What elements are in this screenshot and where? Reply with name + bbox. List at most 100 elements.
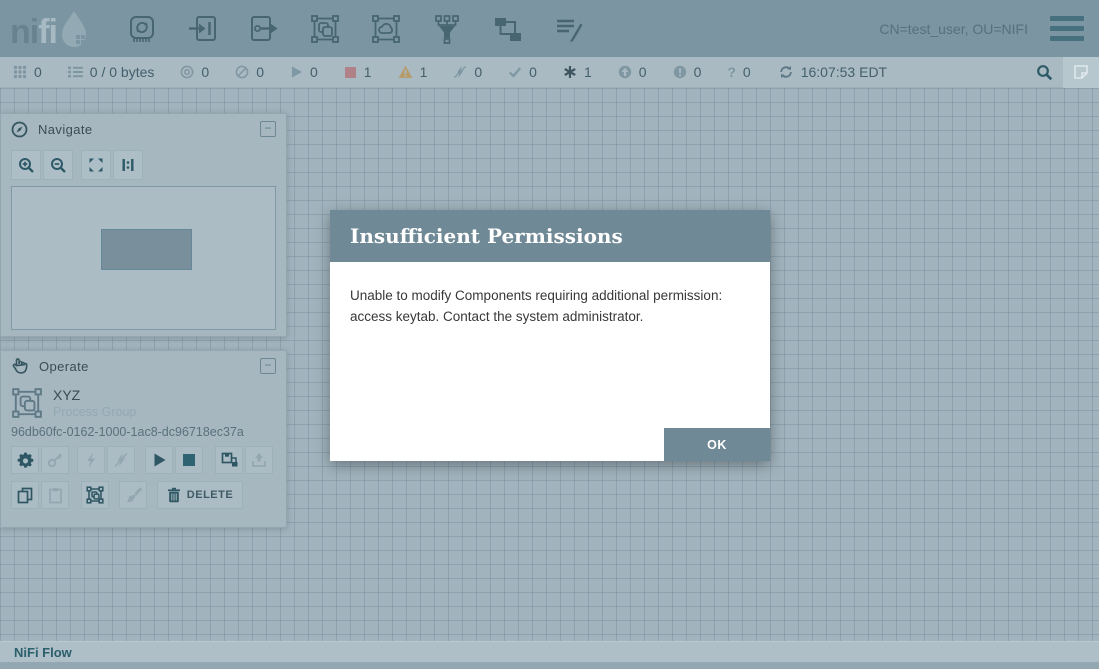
up-to-date-icon	[508, 65, 522, 79]
nifi-logo-text-ni: ni	[10, 15, 38, 49]
selected-component-type: Process Group	[53, 405, 136, 419]
selected-component-name: XYZ	[53, 387, 136, 403]
output-port-icon[interactable]	[249, 14, 279, 44]
transmitting-icon	[180, 65, 194, 79]
search-icon[interactable]	[1036, 64, 1053, 81]
funnel-icon[interactable]	[432, 14, 462, 44]
stop-button[interactable]	[175, 446, 203, 474]
play-icon	[152, 452, 167, 468]
zoom-out-button[interactable]	[43, 150, 73, 180]
zoom-in-button[interactable]	[11, 150, 41, 180]
flow-status-bar: 0 0 / 0 bytes 0 0 0	[0, 57, 1099, 88]
copy-button[interactable]	[11, 481, 39, 509]
stat-queued: 0 / 0 bytes	[68, 64, 155, 80]
upload-template-icon	[251, 452, 267, 468]
disabled-icon	[453, 65, 467, 79]
stopped-icon	[344, 66, 357, 79]
breadcrumb: NiFi Flow	[0, 641, 1099, 662]
navigate-panel: Navigate −	[0, 113, 287, 337]
running-icon	[290, 65, 303, 79]
refresh-icon[interactable]	[778, 64, 794, 80]
bolt-icon	[84, 452, 98, 468]
group-button[interactable]	[81, 481, 109, 509]
nifi-logo: ni fi	[10, 9, 91, 49]
navigate-collapse-button[interactable]: −	[260, 121, 276, 137]
stat-disabled: 0	[453, 64, 482, 80]
stat-stopped: 1	[344, 64, 372, 80]
zoom-fit-button[interactable]	[81, 150, 111, 180]
paste-icon	[48, 487, 63, 504]
invalid-icon	[398, 65, 413, 79]
enable-button[interactable]	[77, 446, 105, 474]
stat-active-threads: 0	[13, 64, 42, 80]
upload-template-button[interactable]	[245, 446, 273, 474]
bolt-slash-icon	[113, 452, 129, 468]
nifi-drop-icon	[57, 9, 91, 49]
delete-button-label: DELETE	[187, 489, 233, 501]
insufficient-permissions-dialog: Insufficient Permissions Unable to modif…	[330, 210, 770, 461]
locally-modified-icon	[563, 65, 577, 79]
stale-icon	[618, 65, 632, 79]
paintbrush-icon	[125, 487, 142, 504]
copy-icon	[17, 487, 33, 504]
breadcrumb-root[interactable]: NiFi Flow	[14, 645, 72, 660]
component-toolbar	[127, 14, 584, 44]
create-template-icon	[221, 452, 238, 468]
trash-icon	[167, 487, 181, 503]
dialog-title: Insufficient Permissions	[350, 224, 623, 248]
configuration-button[interactable]	[11, 446, 39, 474]
stat-locally-modified-and-stale: 0	[673, 64, 702, 80]
not-transmitting-icon	[235, 65, 249, 79]
zoom-actual-size-button[interactable]	[113, 150, 143, 180]
access-policies-button[interactable]	[41, 446, 69, 474]
disable-button[interactable]	[107, 446, 135, 474]
stat-invalid: 1	[398, 64, 428, 80]
navigate-panel-title: Navigate	[38, 122, 93, 137]
bottom-strip	[0, 662, 1099, 669]
processor-icon[interactable]	[127, 14, 157, 44]
last-refresh-time: 16:07:53 EDT	[801, 64, 887, 80]
operate-collapse-button[interactable]: −	[260, 358, 276, 374]
selected-process-group-icon	[11, 387, 43, 419]
selected-component-id: 96db60fc-0162-1000-1ac8-dc96718ec37a	[1, 419, 286, 439]
label-icon[interactable]	[554, 14, 584, 44]
birdseye-minimap[interactable]	[11, 186, 276, 330]
sync-failure-icon: ?	[727, 64, 736, 80]
paste-button[interactable]	[41, 481, 69, 509]
operate-panel: Operate − XYZ Process Group 96db60fc-016…	[0, 350, 287, 528]
start-button[interactable]	[145, 446, 173, 474]
locally-modified-and-stale-icon	[673, 65, 687, 79]
group-components-icon	[86, 486, 104, 504]
dialog-header: Insufficient Permissions	[330, 210, 770, 262]
queued-icon	[68, 65, 83, 79]
template-icon[interactable]	[493, 14, 523, 44]
app-header: ni fi	[0, 0, 1099, 57]
operate-panel-title: Operate	[39, 359, 89, 374]
compass-icon	[11, 121, 28, 138]
dialog-message: Unable to modify Components requiring ad…	[330, 262, 770, 328]
stat-locally-modified: 1	[563, 64, 592, 80]
create-template-button[interactable]	[215, 446, 243, 474]
stat-transmitting: 0	[180, 64, 209, 80]
nifi-logo-text-fi: fi	[38, 15, 57, 49]
key-icon	[47, 452, 63, 468]
ok-button[interactable]: OK	[664, 428, 770, 461]
new-component-button[interactable]	[1063, 57, 1099, 88]
fill-color-button[interactable]	[119, 481, 147, 509]
global-menu-icon[interactable]	[1050, 16, 1084, 41]
refresh-block: 16:07:53 EDT	[778, 64, 887, 80]
stat-up-to-date: 0	[508, 64, 537, 80]
delete-button[interactable]: DELETE	[157, 481, 243, 509]
input-port-icon[interactable]	[188, 14, 218, 44]
current-user[interactable]: CN=test_user, OU=NIFI	[879, 21, 1028, 37]
active-threads-icon	[13, 65, 27, 79]
process-group-icon[interactable]	[310, 14, 340, 44]
stat-not-transmitting: 0	[235, 64, 264, 80]
navigate-panel-header[interactable]: Navigate −	[1, 114, 286, 144]
stop-icon	[182, 453, 196, 467]
operate-panel-header[interactable]: Operate −	[1, 351, 286, 381]
remote-process-group-icon[interactable]	[371, 14, 401, 44]
minimap-viewport-rect[interactable]	[101, 229, 192, 270]
stat-running: 0	[290, 64, 318, 80]
stat-sync-failure: ? 0	[727, 64, 750, 80]
